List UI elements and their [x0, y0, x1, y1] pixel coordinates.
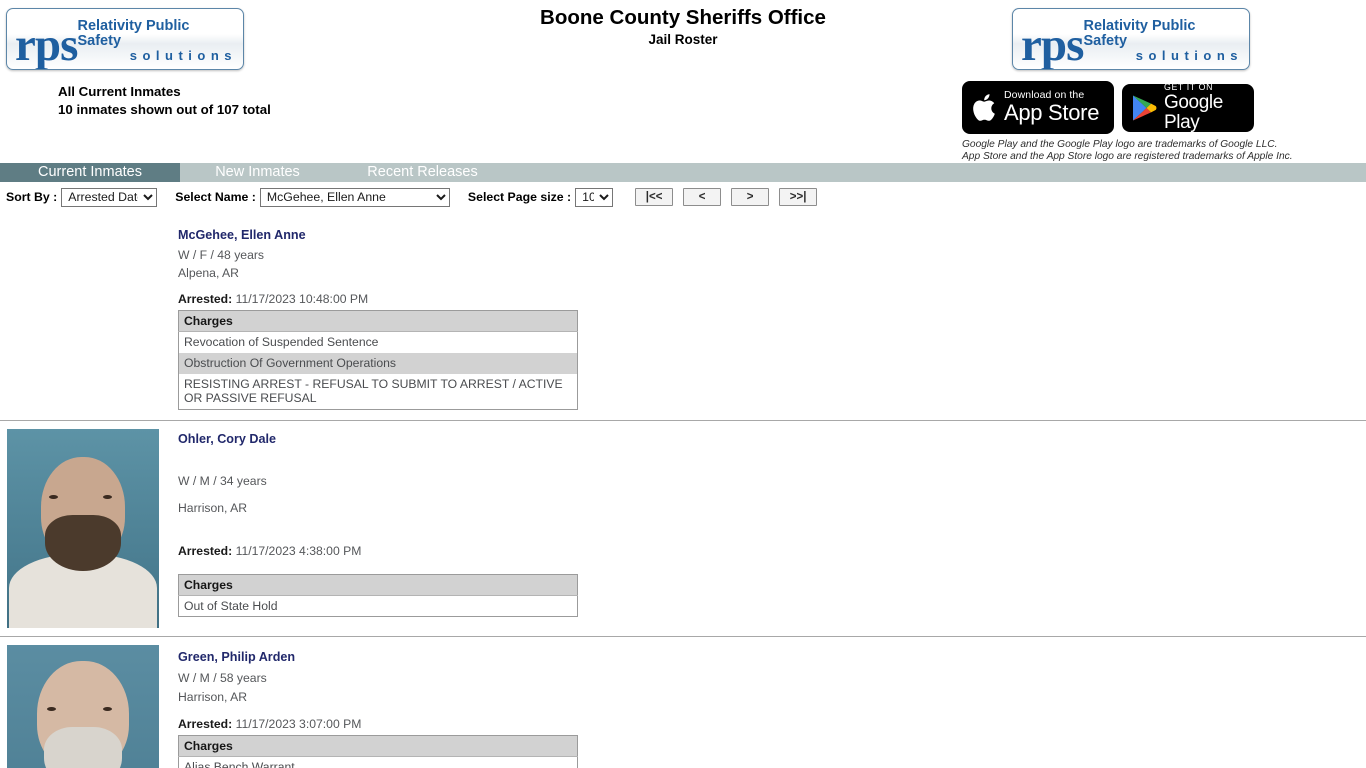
mugshot-beard — [44, 726, 122, 768]
select-name-label: Select Name : — [175, 190, 256, 204]
inmate-mugshot[interactable] — [7, 428, 159, 628]
inmate-name-link[interactable]: Ohler, Cory Dale — [178, 432, 276, 446]
sort-by-label: Sort By : — [6, 190, 58, 204]
first-page-button[interactable]: |<< — [635, 188, 674, 206]
charges-table: Charges Revocation of Suspended Sentence… — [178, 310, 578, 410]
charges-table: Charges Alias Bench Warrant — [178, 734, 578, 768]
charge-cell: Obstruction Of Government Operations — [178, 353, 578, 374]
google-play-badge-label: Google Play — [1164, 91, 1223, 133]
table-row: Obstruction Of Government Operations — [178, 353, 578, 374]
rps-wordmark: rps — [1021, 18, 1084, 70]
inmate-record: Ohler, Cory Dale W / M / 34 years Harris… — [0, 419, 1366, 636]
arrested-label: Arrested: — [178, 716, 233, 731]
inmate-city: Alpena, AR — [178, 265, 239, 280]
inmate-city: Harrison, AR — [178, 689, 248, 704]
charges-header: Charges — [178, 735, 578, 757]
trademark-line-2: App Store and the App Store logo are reg… — [962, 151, 1293, 163]
charge-cell: Out of State Hold — [184, 598, 278, 613]
summary-line-1: All Current Inmates — [58, 84, 181, 99]
charge-cell: Revocation of Suspended Sentence — [184, 335, 379, 350]
roster-controls: Sort By : Arrested DateName Select Name … — [0, 182, 1366, 208]
table-row: Revocation of Suspended Sentence — [179, 332, 578, 353]
mugshot-eye-right — [103, 706, 112, 711]
charges-table: Charges Out of State Hold — [178, 573, 578, 618]
rps-logo-right[interactable]: rps Relativity Public Safety solutions — [1012, 8, 1250, 70]
inmate-mugshot[interactable] — [7, 644, 159, 768]
trademark-notice: Google Play and the Google Play logo are… — [962, 139, 1293, 164]
inmate-name-link[interactable]: Green, Philip Arden — [178, 650, 295, 664]
arrested-label: Arrested: — [178, 292, 233, 307]
page-size-select[interactable]: 102550 — [575, 187, 614, 207]
tab-recent-releases[interactable]: Recent Releases — [335, 163, 510, 182]
arrested-date: 11/17/2023 10:48:00 PM — [235, 292, 369, 307]
tab-bar: Current Inmates New Inmates Recent Relea… — [0, 163, 1366, 182]
table-row: RESISTING ARREST - REFUSAL TO SUBMIT TO … — [179, 374, 578, 410]
next-page-button[interactable]: > — [731, 188, 770, 206]
mugshot-column — [0, 208, 170, 420]
inmate-list: McGehee, Ellen Anne W / F / 48 years Alp… — [0, 208, 1366, 768]
select-name-dropdown[interactable]: McGehee, Ellen AnneOhler, Cory DaleGreen… — [259, 187, 450, 207]
arrested-label: Arrested: — [178, 543, 233, 558]
app-badges: Download on the App Store GET IT ON Goog… — [962, 81, 1254, 134]
inmate-name-link[interactable]: McGehee, Ellen Anne — [178, 228, 306, 242]
trademark-line-1: Google Play and the Google Play logo are… — [962, 139, 1278, 150]
inmate-demographics: W / M / 34 years — [178, 473, 267, 488]
inmate-record: McGehee, Ellen Anne W / F / 48 years Alp… — [0, 208, 1366, 420]
inmate-info: Ohler, Cory Dale W / M / 34 years Harris… — [170, 421, 1366, 636]
app-store-badge-label: App Store — [1004, 100, 1100, 126]
rps-tagline-line2: solutions — [1135, 47, 1243, 63]
charge-cell: Alias Bench Warrant — [184, 759, 295, 768]
roster-summary: All Current Inmates 10 inmates shown out… — [58, 83, 271, 118]
arrested-line: Arrested: 11/17/2023 3:07:00 PM — [178, 717, 1366, 731]
mugshot-column — [0, 637, 170, 768]
google-play-badge[interactable]: GET IT ON Google Play — [1122, 83, 1254, 133]
apple-icon — [971, 92, 997, 123]
inmate-info: Green, Philip Arden W / M / 58 years Har… — [170, 637, 1366, 768]
inmate-city: Harrison, AR — [178, 500, 248, 515]
google-play-icon — [1131, 94, 1157, 122]
charge-cell: RESISTING ARREST - REFUSAL TO SUBMIT TO … — [184, 376, 563, 406]
sort-by-select[interactable]: Arrested DateName — [61, 187, 158, 207]
table-row: Alias Bench Warrant — [179, 756, 578, 768]
arrested-date: 11/17/2023 3:07:00 PM — [235, 716, 362, 731]
inmate-demographics: W / M / 58 years — [178, 670, 267, 685]
inmate-info: McGehee, Ellen Anne W / F / 48 years Alp… — [170, 208, 1366, 420]
arrested-line: Arrested: 11/17/2023 4:38:00 PM — [178, 544, 1366, 558]
app-store-badge[interactable]: Download on the App Store — [962, 81, 1114, 134]
charges-header: Charges — [178, 310, 578, 333]
tab-current-inmates[interactable]: Current Inmates — [0, 163, 180, 182]
charges-header: Charges — [178, 574, 578, 596]
mugshot-beard — [45, 514, 121, 571]
page-size-label: Select Page size : — [467, 190, 572, 204]
pagination-controls: |<< < > >>| — [635, 188, 818, 206]
rps-tagline-line1: Relativity Public Safety — [1083, 18, 1196, 49]
mugshot-eye-left — [49, 494, 58, 499]
mugshot-eye-left — [47, 706, 56, 711]
summary-line-2: 10 inmates shown out of 107 total — [58, 101, 271, 117]
mugshot-eye-right — [103, 494, 112, 499]
arrested-date: 11/17/2023 4:38:00 PM — [235, 543, 362, 558]
tab-new-inmates[interactable]: New Inmates — [180, 163, 335, 182]
inmate-record: Green, Philip Arden W / M / 58 years Har… — [0, 635, 1366, 768]
inmate-demographics: W / F / 48 years — [178, 248, 265, 262]
arrested-line: Arrested: 11/17/2023 10:48:00 PM — [178, 292, 1366, 306]
last-page-button[interactable]: >>| — [779, 188, 818, 206]
table-row: Out of State Hold — [179, 595, 578, 617]
previous-page-button[interactable]: < — [683, 188, 722, 206]
rps-tagline-line2: solutions — [129, 47, 237, 63]
mugshot-column — [0, 421, 170, 636]
page-header: rps rps rps Relativity Public Safety sol… — [0, 0, 1366, 163]
